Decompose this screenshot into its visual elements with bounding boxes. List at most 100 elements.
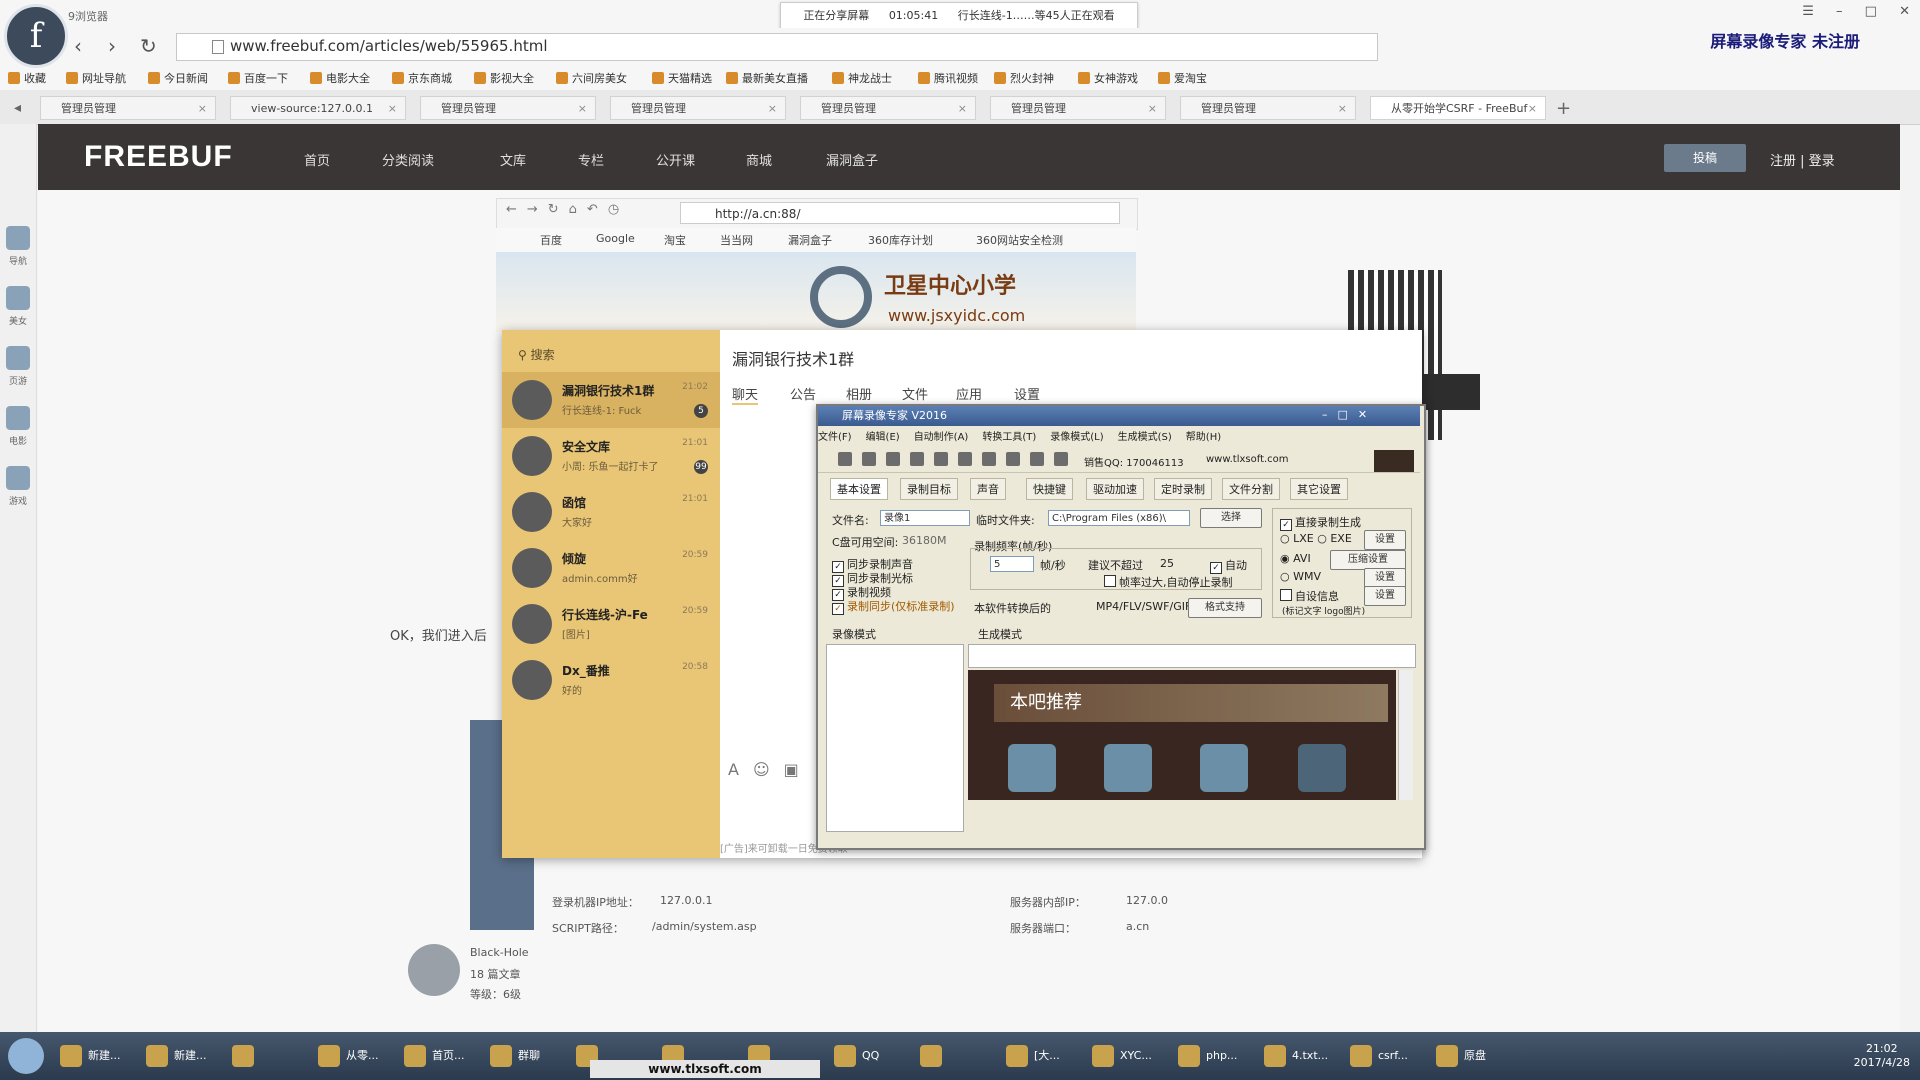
maximize-icon[interactable]: □	[1865, 4, 1877, 19]
custom-info-option[interactable]: 自设信息	[1280, 588, 1339, 604]
ad-app-icon[interactable]	[1200, 744, 1248, 792]
bookmark-item[interactable]: 烈火封神	[994, 70, 1054, 86]
recorder-toolbar-icon[interactable]	[982, 452, 996, 466]
recorder-menu-item[interactable]: 文件(F)	[818, 432, 852, 443]
recorder-tab[interactable]: 驱动加速	[1086, 478, 1144, 500]
refresh-icon[interactable]: ↻	[140, 34, 157, 58]
wmv-radio[interactable]: ○ WMV	[1280, 570, 1321, 583]
conversation-item[interactable]: 函馆 大家好 21:01	[502, 484, 720, 540]
taskbar-item[interactable]	[914, 1040, 996, 1072]
author-avatar[interactable]	[408, 944, 460, 996]
close-icon[interactable]: ✕	[1899, 4, 1910, 19]
taskbar-item[interactable]: 新建...	[140, 1040, 222, 1072]
avi-radio[interactable]: ◉ AVI	[1280, 552, 1311, 565]
mode-list[interactable]	[826, 644, 964, 832]
gen-mode-field[interactable]	[968, 644, 1416, 668]
bookmark-item[interactable]: 今日新闻	[148, 70, 208, 86]
recorder-record-icon[interactable]	[1374, 450, 1414, 472]
bookmark-item[interactable]: 天猫精选	[652, 70, 712, 86]
sidebar-item-icon[interactable]	[6, 466, 30, 490]
chat-tab[interactable]: 设置	[1014, 384, 1040, 403]
recorder-menu-item[interactable]: 自动制作(A)	[914, 432, 969, 443]
browser-tab[interactable]: 管理员管理 ×	[1180, 96, 1356, 120]
recorder-menu-item[interactable]: 编辑(E)	[866, 432, 900, 443]
recorder-tab[interactable]: 录制目标	[900, 478, 958, 500]
conversation-item[interactable]: 倾旋 admin.comm好 20:59	[502, 540, 720, 596]
sidebar-item-label[interactable]: 美女	[4, 314, 32, 327]
close-tab-icon[interactable]: ×	[578, 97, 587, 119]
conversation-item[interactable]: 安全文库 小周: 乐鱼一起打卡了 21:01 99	[502, 428, 720, 484]
recorder-tab[interactable]: 文件分割	[1222, 478, 1280, 500]
recorder-tab[interactable]: 声音	[970, 478, 1006, 500]
browser-tab[interactable]: 管理员管理 ×	[800, 96, 976, 120]
overflow-option[interactable]: 帧率过大,自动停止录制	[1104, 574, 1233, 590]
tab-list-icon[interactable]: ◂	[14, 100, 21, 116]
sidebar-item-icon[interactable]	[6, 286, 30, 310]
recorder-toolbar-icon[interactable]	[910, 452, 924, 466]
nav-item[interactable]: 漏洞盒子	[826, 150, 878, 169]
bookmark-item[interactable]: 京东商城	[392, 70, 452, 86]
recorder-toolbar-icon[interactable]	[1006, 452, 1020, 466]
recorder-tab[interactable]: 基本设置	[830, 478, 888, 500]
chat-tab[interactable]: 相册	[846, 384, 872, 403]
ad-scrollbar[interactable]	[1398, 670, 1413, 800]
bookmark-item[interactable]: 网址导航	[66, 70, 126, 86]
taskbar-item[interactable]: csrf...	[1344, 1040, 1426, 1072]
recorder-tab[interactable]: 其它设置	[1290, 478, 1348, 500]
minimize-icon[interactable]: –	[1836, 4, 1843, 19]
recorder-toolbar-icon[interactable]	[886, 452, 900, 466]
recorder-toolbar-icon[interactable]	[862, 452, 876, 466]
set1-button[interactable]: 设置	[1364, 530, 1406, 550]
sidebar-item-icon[interactable]	[6, 226, 30, 250]
ad-play-icon[interactable]	[1298, 744, 1346, 792]
bookmark-item[interactable]: 女神游戏	[1078, 70, 1138, 86]
close-tab-icon[interactable]: ×	[1338, 97, 1347, 119]
browser-tab[interactable]: view-source:127.0.0.1 ×	[230, 96, 406, 120]
forward-icon[interactable]: ›	[108, 34, 116, 58]
recorder-window-controls[interactable]: –□✕	[1322, 408, 1377, 421]
bookmark-item[interactable]: 影视大全	[474, 70, 534, 86]
sidebar-item-label[interactable]: 页游	[4, 374, 32, 387]
recorder-menu-item[interactable]: 录像模式(L)	[1050, 432, 1103, 443]
browser-logo-icon[interactable]: f	[4, 4, 68, 68]
record-sync-option[interactable]: ✓ 录制同步(仅标准录制)	[832, 598, 955, 615]
chat-tab[interactable]: 应用	[956, 384, 982, 403]
set3-button[interactable]: 设置	[1364, 568, 1406, 588]
freq-input[interactable]: 5	[990, 556, 1034, 572]
bookmark-item[interactable]: 六间房美女	[556, 70, 627, 86]
custom-set-button[interactable]: 设置	[1364, 586, 1406, 606]
recorder-toolbar-icon[interactable]	[1054, 452, 1068, 466]
bookmark-item[interactable]: 电影大全	[310, 70, 370, 86]
nav-item[interactable]: 首页	[304, 150, 330, 169]
taskbar-item[interactable]: php...	[1172, 1040, 1254, 1072]
skin-icon[interactable]: ☰	[1802, 4, 1814, 19]
nav-item[interactable]: 专栏	[578, 150, 604, 169]
taskbar-item[interactable]: 群聊	[484, 1040, 566, 1072]
nav-item[interactable]: 商城	[746, 150, 772, 169]
browse-button[interactable]: 选择	[1200, 508, 1262, 528]
bookmark-item[interactable]: 百度一下	[228, 70, 288, 86]
start-icon[interactable]	[8, 1038, 44, 1074]
taskbar-item[interactable]: 原盘	[1430, 1040, 1512, 1072]
recorder-tab[interactable]: 定时录制	[1154, 478, 1212, 500]
sidebar-item-icon[interactable]	[6, 346, 30, 370]
sidebar-item-icon[interactable]	[6, 406, 30, 430]
nav-item[interactable]: 文库	[500, 150, 526, 169]
new-tab-icon[interactable]: +	[1556, 98, 1571, 119]
tray-clock[interactable]: 21:02 2017/4/28	[1854, 1042, 1910, 1070]
author-name[interactable]: Black-Hole	[470, 946, 529, 959]
address-text[interactable]: www.freebuf.com/articles/web/55965.html	[230, 37, 548, 55]
close-tab-icon[interactable]: ×	[958, 97, 967, 119]
conversation-item[interactable]: 漏洞银行技术1群 行长连线-1: Fuck 21:02 5	[502, 372, 720, 428]
sidebar-item-label[interactable]: 电影	[4, 434, 32, 447]
taskbar-item[interactable]: XYC...	[1086, 1040, 1168, 1072]
recorder-menu-item[interactable]: 生成模式(S)	[1118, 432, 1172, 443]
taskbar-item[interactable]	[226, 1040, 308, 1072]
nav-item[interactable]: 公开课	[656, 150, 695, 169]
sidebar-item-label[interactable]: 游戏	[4, 494, 32, 507]
bookmark-item[interactable]: 收藏	[8, 70, 46, 86]
chat-search-input[interactable]: ⚲ 搜索	[512, 344, 708, 366]
recorder-toolbar-icon[interactable]	[934, 452, 948, 466]
recorder-menu-item[interactable]: 转换工具(T)	[982, 432, 1036, 443]
filename-input[interactable]: 录像1	[880, 510, 970, 526]
